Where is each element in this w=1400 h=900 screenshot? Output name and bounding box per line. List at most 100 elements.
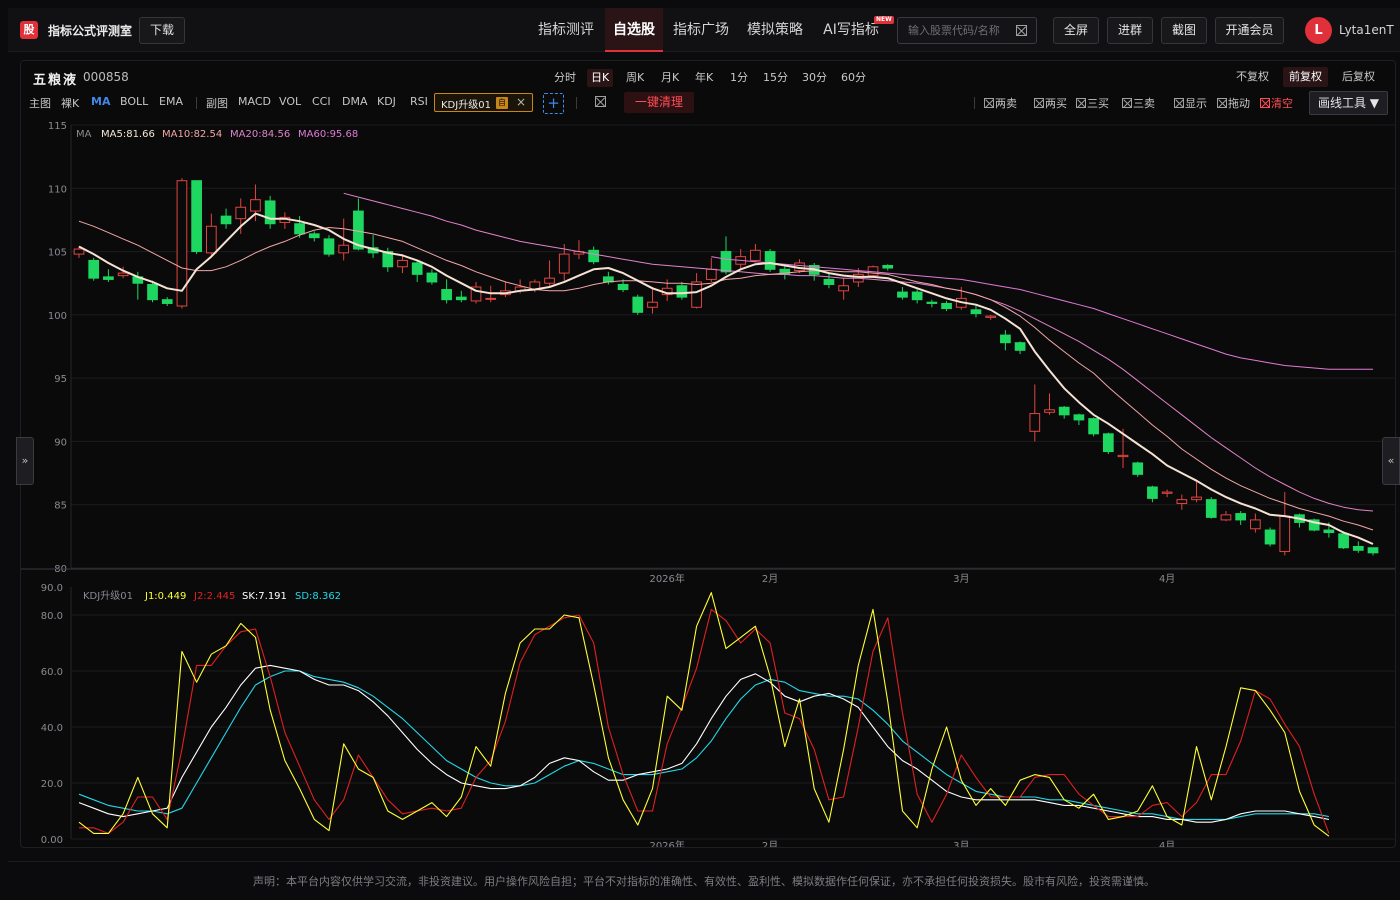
toggle-two-buy[interactable]: 两买: [1034, 95, 1067, 111]
candle-down: [941, 302, 952, 310]
tool-macd[interactable]: MACD: [238, 95, 271, 108]
tool-naked-k[interactable]: 裸K: [61, 95, 79, 111]
clear-drawings-button[interactable]: 清空: [1260, 95, 1293, 111]
period-daily[interactable]: 日K: [587, 69, 614, 87]
period-intraday[interactable]: 分时: [550, 69, 580, 87]
caret-down-icon: ▼: [1369, 96, 1380, 110]
candle-up: [73, 248, 85, 255]
y-tick-label: 85: [54, 501, 67, 512]
kdj-legend-j2: J2:2.445: [193, 591, 235, 602]
stock-search-input[interactable]: [908, 18, 1018, 43]
tool-boll[interactable]: BOLL: [120, 95, 148, 108]
fullscreen-button[interactable]: 全屏: [1053, 17, 1099, 44]
y-tick-label: 100: [48, 311, 67, 322]
draw-tools-label: 画线工具: [1317, 96, 1366, 110]
candle-down: [970, 309, 982, 315]
username[interactable]: Lyta1enT: [1339, 23, 1394, 37]
chart-panel: 五粮液 000858 分时 日K 周K 月K 年K 1分 15分 30分 60分…: [20, 60, 1396, 848]
tab-indicator-review[interactable]: 指标测评: [532, 8, 600, 52]
drawing-toggle-icon[interactable]: [595, 96, 606, 109]
period-weekly[interactable]: 周K: [622, 69, 648, 87]
add-indicator-button[interactable]: +: [543, 93, 564, 114]
candle-down: [1352, 545, 1364, 551]
screenshot-button[interactable]: 截图: [1161, 17, 1207, 44]
candle-down: [1058, 406, 1070, 416]
candle-down: [294, 223, 305, 235]
right-panel-toggle[interactable]: «: [1382, 437, 1400, 485]
candle-up: [750, 249, 761, 261]
toggle-show[interactable]: 显示: [1174, 95, 1207, 111]
period-yearly[interactable]: 年K: [691, 69, 717, 87]
custom-indicator-chip[interactable]: KDJ升级01 自 ×: [434, 93, 533, 112]
candle-up: [558, 253, 570, 274]
candle-down: [308, 233, 320, 239]
clear-all-button[interactable]: 一键清理: [624, 92, 694, 113]
tool-vol[interactable]: VOL: [279, 95, 301, 108]
x-tick-label: 3月: [953, 573, 969, 585]
candle-up: [205, 225, 217, 254]
tool-ema[interactable]: EMA: [159, 95, 183, 108]
adjust-none[interactable]: 不复权: [1230, 67, 1275, 87]
toggle-label: 清空: [1271, 97, 1293, 110]
period-monthly[interactable]: 月K: [657, 69, 683, 87]
toggle-label: 显示: [1185, 97, 1207, 110]
period-60min[interactable]: 60分: [837, 69, 870, 87]
candle-down: [1147, 486, 1158, 499]
candle-down: [1205, 499, 1217, 518]
membership-button[interactable]: 开通会员: [1215, 17, 1284, 44]
join-group-button[interactable]: 进群: [1107, 17, 1153, 44]
toggle-three-sell[interactable]: 三卖: [1122, 95, 1155, 111]
draw-tools-dropdown[interactable]: 画线工具 ▼: [1309, 91, 1388, 115]
tool-cci[interactable]: CCI: [312, 95, 331, 108]
adjust-forward[interactable]: 前复权: [1283, 67, 1328, 87]
x-tick-label: 3月: [953, 840, 969, 847]
candle-up: [985, 315, 997, 318]
close-icon[interactable]: ×: [516, 95, 526, 109]
tool-dma[interactable]: DMA: [342, 95, 368, 108]
tab-ai-write-indicator[interactable]: AI写指标: [815, 8, 887, 52]
tab-simulated-strategy[interactable]: 模拟策略: [741, 8, 809, 52]
candle-down: [1102, 433, 1114, 453]
candle-up: [250, 199, 261, 212]
tab-indicator-square[interactable]: 指标广场: [667, 8, 735, 52]
j1-line: [78, 592, 1330, 837]
custom-indicator-label: KDJ升级01: [441, 100, 491, 111]
tool-ma[interactable]: MA: [91, 95, 110, 108]
toggle-label: 两卖: [995, 97, 1017, 110]
period-30min[interactable]: 30分: [798, 69, 831, 87]
left-panel-toggle[interactable]: »: [16, 437, 34, 485]
tool-kdj[interactable]: KDJ: [377, 95, 396, 108]
period-15min[interactable]: 15分: [759, 69, 792, 87]
candle-down: [264, 200, 276, 225]
candle-down: [1338, 533, 1349, 549]
adjust-backward[interactable]: 后复权: [1336, 67, 1381, 87]
toggle-two-sell[interactable]: 两卖: [984, 95, 1017, 111]
candle-up: [1029, 413, 1041, 432]
kdj-legend-title: KDJ升级01: [83, 590, 133, 602]
search-icon[interactable]: [1016, 25, 1027, 36]
x-tick-label: 4月: [1159, 573, 1175, 585]
avatar[interactable]: L: [1305, 17, 1332, 44]
period-1min[interactable]: 1分: [726, 69, 752, 87]
checkbox-icon: [1174, 98, 1184, 108]
candle-down: [426, 272, 438, 283]
tab-watchlist[interactable]: 自选股: [605, 8, 663, 52]
candle-down: [882, 264, 894, 269]
checkbox-icon: [984, 98, 994, 108]
y-tick-label: 115: [48, 121, 67, 132]
toggle-drag[interactable]: 拖动: [1217, 95, 1250, 111]
download-button[interactable]: 下载: [139, 17, 185, 44]
toggle-three-buy[interactable]: 三买: [1076, 95, 1109, 111]
stock-name: 五粮液: [33, 73, 79, 88]
checkbox-icon: [1034, 98, 1044, 108]
new-badge: NEW: [874, 16, 894, 24]
disclaimer-footer: 声明：本平台内容仅供学习交流，非投资建议。用户操作风险自担；平台不对指标的准确性…: [8, 861, 1400, 900]
x-tick-label: 2026年: [649, 572, 684, 585]
candle-up: [1044, 409, 1055, 413]
candle-down: [1367, 547, 1379, 554]
chart-canvas[interactable]: 808590951001051101152026年 2月 3月 4月MA MA5:81.…: [21, 117, 1395, 847]
custom-indicator-badge: 自: [496, 97, 508, 109]
stock-search-box[interactable]: [897, 17, 1037, 44]
candle-down: [1235, 513, 1247, 521]
tool-rsi[interactable]: RSI: [410, 95, 428, 108]
